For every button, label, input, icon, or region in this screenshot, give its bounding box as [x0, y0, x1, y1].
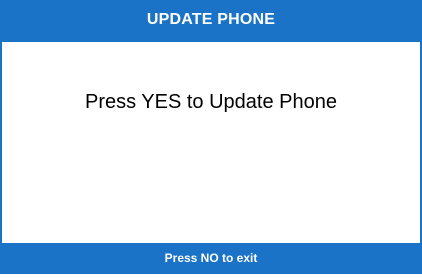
update-prompt-message: Press YES to Update Phone — [84, 91, 337, 113]
update-phone-screen: UPDATE PHONE Press YES to Update Phone P… — [0, 0, 422, 274]
exit-hint: Press NO to exit — [164, 250, 258, 265]
header-bar: UPDATE PHONE — [2, 2, 420, 42]
message-area: Press YES to Update Phone — [2, 42, 420, 243]
footer-bar: Press NO to exit — [2, 243, 420, 272]
screen-title: UPDATE PHONE — [146, 11, 276, 28]
